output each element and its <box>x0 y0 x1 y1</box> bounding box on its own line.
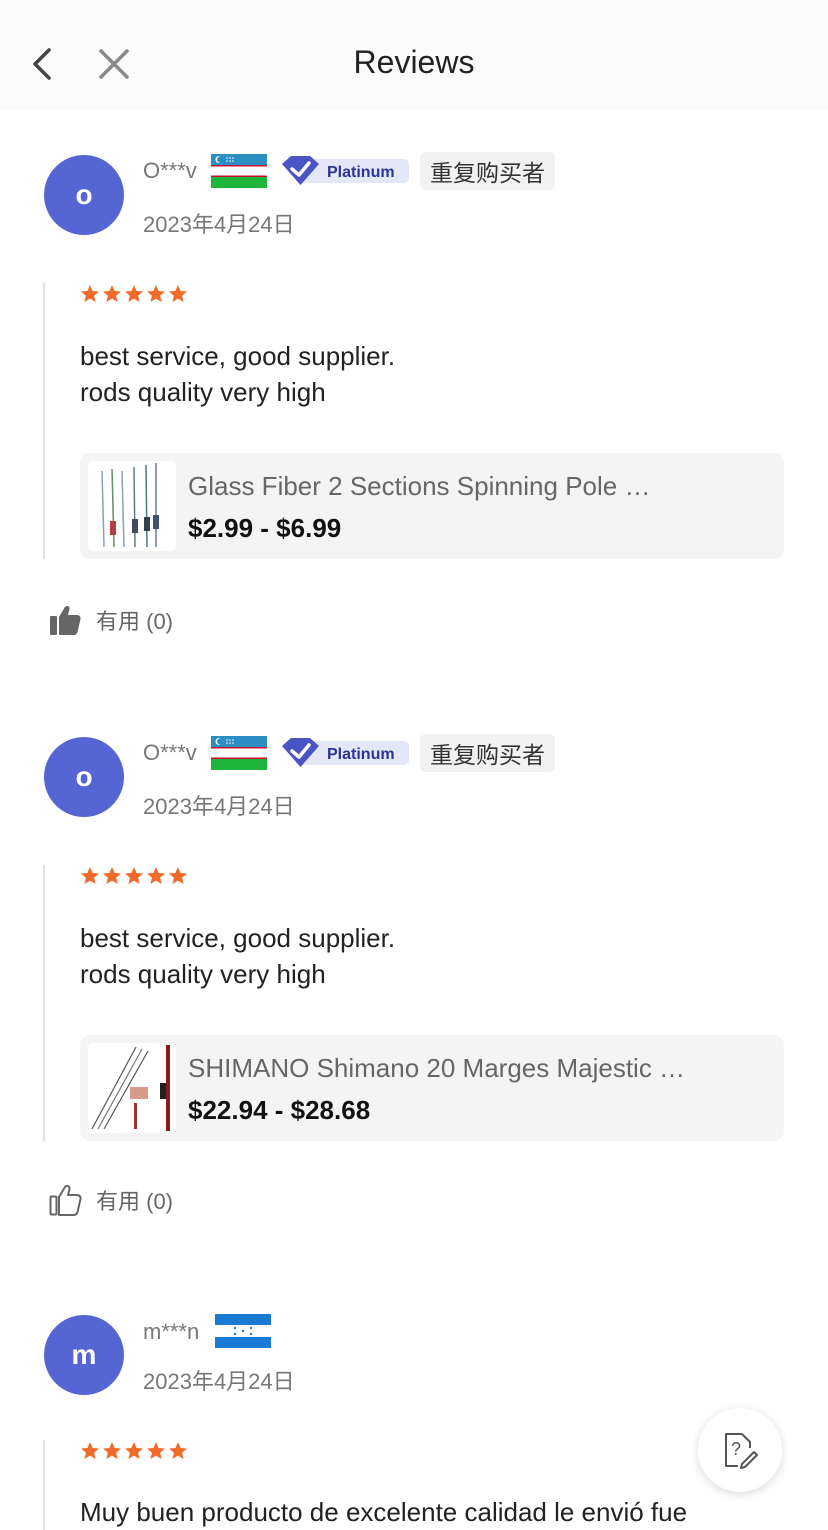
product-price: $22.94 - $28.68 <box>188 1095 371 1125</box>
helpful-label: 有用 (0) <box>96 1189 174 1214</box>
review-text: Muy buen producto de excelente calidad l… <box>80 1497 688 1527</box>
repeat-buyer-badge: 重复购买者 <box>420 152 555 190</box>
helpful-button[interactable]: 有用 (0) <box>48 1184 173 1216</box>
star-icon <box>125 1442 143 1459</box>
helpful-button[interactable]: 有用 (0) <box>48 604 173 636</box>
star-rating <box>80 284 188 304</box>
avatar: m <box>44 1315 124 1395</box>
repeat-buyer-badge: 重复购买者 <box>420 734 555 772</box>
uzbekistan-flag-icon <box>211 154 267 188</box>
product-image <box>88 461 176 551</box>
product-name: Glass Fiber 2 Sections Spinning Pole … <box>188 471 651 501</box>
star-icon <box>103 285 121 302</box>
reviewer-name: m***n <box>143 1319 200 1344</box>
product-card[interactable]: Glass Fiber 2 Sections Spinning Pole … $… <box>80 453 784 559</box>
review-text: best service, good supplier. rods qualit… <box>80 341 396 407</box>
avatar: o <box>44 737 124 817</box>
star-icon <box>169 867 187 884</box>
question-edit-icon: ? <box>725 1433 758 1469</box>
star-icon <box>147 867 165 884</box>
review-date: 2023年4月24日 <box>143 794 295 819</box>
star-icon <box>147 285 165 302</box>
thumbs-up-outline-icon <box>49 1184 82 1216</box>
helpful-label: 有用 (0) <box>96 609 174 634</box>
platinum-badge: Platinum <box>281 736 411 770</box>
question-edit-button[interactable]: ? <box>698 1408 782 1492</box>
review-divider <box>43 865 45 1141</box>
review-divider <box>43 1440 45 1530</box>
star-icon <box>81 1442 99 1459</box>
star-icon <box>81 867 99 884</box>
star-icon <box>103 1442 121 1459</box>
star-icon <box>103 867 121 884</box>
svg-text:?: ? <box>731 1439 741 1459</box>
product-price: $2.99 - $6.99 <box>188 513 342 543</box>
uzbekistan-flag-icon <box>211 736 267 770</box>
star-rating <box>80 866 188 886</box>
star-icon <box>147 1442 165 1459</box>
review-text: best service, good supplier. rods qualit… <box>80 923 396 989</box>
star-icon <box>125 867 143 884</box>
star-icon <box>125 285 143 302</box>
honduras-flag-icon <box>215 1314 271 1348</box>
thumbs-up-icon <box>50 605 81 635</box>
header-bar: Reviews <box>0 0 828 110</box>
review-date: 2023年4月24日 <box>143 1369 295 1394</box>
product-name: SHIMANO Shimano 20 Marges Majestic … <box>188 1053 686 1083</box>
avatar: o <box>44 155 124 235</box>
reviewer-name: O***v <box>143 740 197 765</box>
star-rating <box>80 1441 188 1461</box>
star-icon <box>81 285 99 302</box>
review-divider <box>43 283 45 559</box>
product-card[interactable]: SHIMANO Shimano 20 Marges Majestic … $22… <box>80 1035 784 1141</box>
reviewer-name: O***v <box>143 158 197 183</box>
platinum-badge-label: Platinum <box>327 746 395 763</box>
platinum-badge: Platinum <box>281 154 411 188</box>
product-image <box>88 1043 176 1133</box>
star-icon <box>169 1442 187 1459</box>
platinum-badge-label: Platinum <box>327 164 395 181</box>
review-date: 2023年4月24日 <box>143 212 295 237</box>
star-icon <box>169 285 187 302</box>
page-title: Reviews <box>353 44 475 80</box>
